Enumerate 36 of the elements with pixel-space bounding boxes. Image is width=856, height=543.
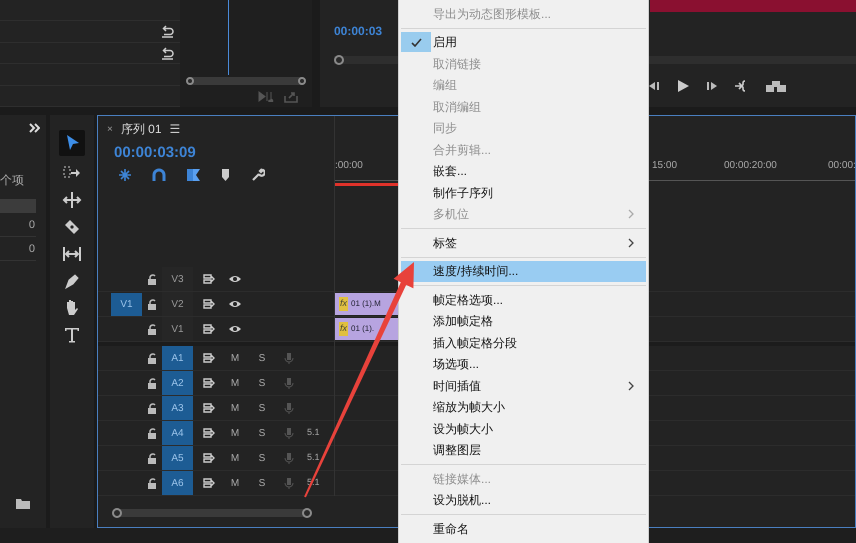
- menu-item-label: 取消链接: [433, 56, 482, 73]
- menu-item-label: 制作子序列: [433, 184, 494, 202]
- menu-item-label: 启用: [433, 34, 458, 52]
- menu-item-label: 标签: [433, 234, 458, 252]
- menu-item-label: 场选项...: [433, 356, 480, 374]
- time-label: 00:00:: [828, 159, 856, 173]
- time-label: 00:00:20:00: [724, 159, 777, 173]
- menu-item-label: 速度/持续时间...: [433, 263, 520, 280]
- menu-item-label: 重命名: [433, 520, 470, 538]
- menu-item-label: 缩放为帧大小: [433, 399, 506, 416]
- menu-item-label: 合并剪辑...: [433, 142, 492, 159]
- clip-name: 01 (1).M: [351, 298, 381, 310]
- menu-item-label: 帧定格选项...: [433, 292, 504, 309]
- menu-item-label: 链接媒体...: [433, 470, 492, 488]
- table-cell: 0: [0, 213, 36, 237]
- menu-item-label: 设为帧大小: [433, 420, 494, 438]
- menu-item-label: 编组: [433, 77, 458, 94]
- table-cell: 0: [0, 237, 36, 261]
- item-count-label: 个项: [0, 172, 25, 189]
- fx-badge: fx: [339, 297, 348, 311]
- menu-item-label: 导出为动态图形模板...: [433, 6, 552, 23]
- menu-item-label: 多机位: [433, 206, 470, 224]
- time-label: :00:00: [335, 159, 363, 173]
- menu-item-label: 嵌套...: [433, 163, 468, 180]
- menu-item-label: 调整图层: [433, 442, 482, 460]
- channel-label: 5.1: [307, 451, 320, 464]
- menu-item-label: 设为脱机...: [433, 492, 492, 510]
- menu-item-label: 同步: [433, 120, 458, 138]
- menu-item-label: 时间插值: [433, 378, 482, 395]
- time-label: 15:00: [652, 159, 678, 173]
- menu-item-label: 插入帧定格分段: [433, 334, 518, 352]
- fx-badge: fx: [339, 322, 348, 336]
- clip-name: 01 (1).: [351, 323, 374, 335]
- channel-label: 5.1: [307, 426, 320, 440]
- menu-item-label: 添加帧定格: [433, 313, 494, 330]
- menu-item-label: 取消编组: [433, 98, 482, 116]
